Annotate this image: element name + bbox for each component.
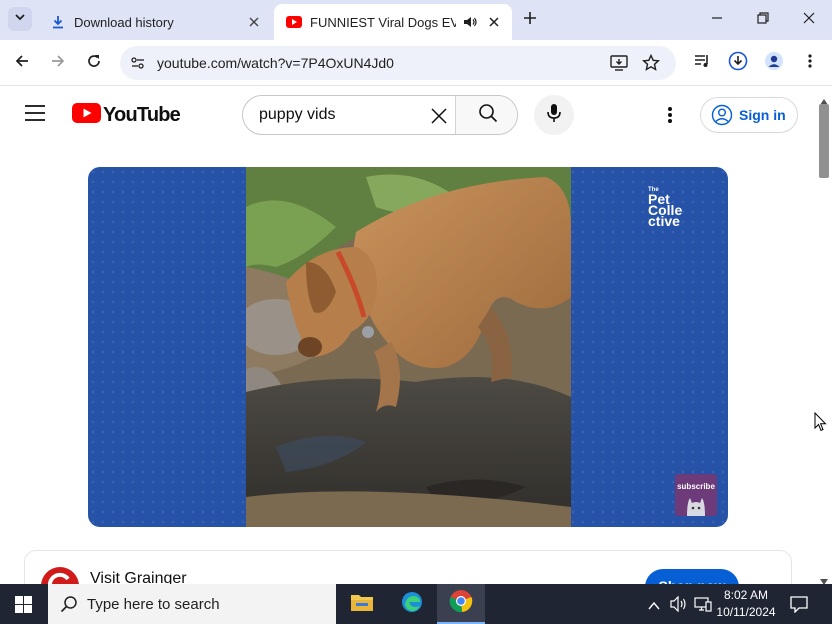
tab-strip: Download history FUNNIEST Viral Dogs EVE… <box>0 0 832 40</box>
profile-avatar-icon <box>764 51 784 76</box>
minimize-icon <box>711 11 723 29</box>
forward-button[interactable] <box>46 51 70 75</box>
close-icon[interactable] <box>486 14 502 30</box>
more-vert-icon <box>807 53 813 74</box>
sign-in-button[interactable]: Sign in <box>700 97 798 133</box>
edge-taskbar-button[interactable] <box>388 584 436 624</box>
reload-icon <box>86 53 102 74</box>
chrome-icon <box>449 589 473 618</box>
downloads-button[interactable] <box>726 51 750 75</box>
network-icon[interactable] <box>694 596 712 617</box>
taskbar-clock[interactable]: 8:02 AM 10/11/2024 <box>712 587 780 621</box>
dog-video-image <box>246 167 571 527</box>
folder-icon <box>350 592 374 617</box>
windows-taskbar: Type here to search 8:02 AM 10/11/2024 <box>0 584 832 624</box>
microphone-icon <box>546 103 562 128</box>
taskbar-search-placeholder: Type here to search <box>87 595 220 613</box>
close-icon <box>803 11 815 29</box>
search-button[interactable] <box>455 96 517 134</box>
file-explorer-taskbar-button[interactable] <box>338 584 386 624</box>
minimize-button[interactable] <box>694 0 740 40</box>
tab-youtube-video[interactable]: FUNNIEST Viral Dogs EVER <box>274 4 512 40</box>
reload-button[interactable] <box>82 51 106 75</box>
notifications-icon[interactable] <box>790 595 808 618</box>
subscribe-badge[interactable]: subscribe <box>675 474 717 516</box>
clock-time: 8:02 AM <box>723 588 769 602</box>
scrollbar-thumb[interactable] <box>819 104 829 178</box>
restore-button[interactable] <box>740 0 786 40</box>
sign-in-label: Sign in <box>739 107 786 123</box>
tab-search-button[interactable] <box>8 7 32 31</box>
chrome-taskbar-button[interactable] <box>437 584 485 624</box>
search-icon <box>60 595 78 613</box>
new-tab-button[interactable] <box>518 8 542 32</box>
watermark-line: ctive <box>648 213 680 229</box>
chevron-down-icon <box>14 10 26 28</box>
install-app-icon[interactable] <box>610 54 628 77</box>
volume-icon[interactable] <box>670 595 688 617</box>
tab-label: FUNNIEST Viral Dogs EVER <box>310 14 456 30</box>
tab-download-history[interactable]: Download history <box>38 4 272 40</box>
site-settings-icon[interactable] <box>130 55 146 76</box>
voice-search-button[interactable] <box>534 95 574 135</box>
profile-button[interactable] <box>762 51 786 75</box>
search-box[interactable]: puppy vids <box>242 95 518 135</box>
account-circle-icon <box>711 104 733 126</box>
mouse-cursor-icon <box>814 411 827 437</box>
settings-more-icon[interactable] <box>666 105 674 130</box>
speaker-icon[interactable] <box>462 14 478 33</box>
back-button[interactable] <box>10 51 34 75</box>
windows-start-icon[interactable] <box>15 596 32 618</box>
taskbar-search-box[interactable]: Type here to search <box>48 584 336 624</box>
youtube-logo-icon <box>72 103 101 128</box>
address-bar[interactable]: youtube.com/watch?v=7P4OxUN4Jd0 <box>120 46 676 80</box>
youtube-favicon-icon <box>286 14 302 30</box>
page-scrollbar[interactable] <box>816 87 832 585</box>
search-icon <box>478 103 498 128</box>
chevron-up-icon[interactable] <box>648 598 660 616</box>
youtube-masthead: YouTube puppy vids Sign in <box>0 87 816 143</box>
channel-watermark: The Pet Colle ctive <box>648 187 708 229</box>
plus-icon <box>523 11 537 30</box>
arrow-right-icon <box>50 53 66 74</box>
video-player[interactable]: The Pet Colle ctive subscribe <box>88 167 728 527</box>
queue-music-icon <box>693 52 711 75</box>
search-input[interactable]: puppy vids <box>259 106 336 124</box>
restore-icon <box>757 11 769 29</box>
subscribe-label: subscribe <box>677 482 715 491</box>
clear-search-icon[interactable] <box>427 104 451 128</box>
clock-date: 10/11/2024 <box>716 605 776 619</box>
download-circle-icon <box>728 51 748 76</box>
arrow-left-icon <box>14 53 30 74</box>
media-controls-button[interactable] <box>690 51 714 75</box>
youtube-logo[interactable]: YouTube <box>72 103 181 128</box>
cat-icon <box>684 494 708 516</box>
close-window-button[interactable] <box>786 0 832 40</box>
bookmark-star-icon[interactable] <box>641 53 661 77</box>
hamburger-menu-icon[interactable] <box>24 104 46 127</box>
browser-menu-button[interactable] <box>798 51 822 75</box>
close-icon[interactable] <box>246 14 262 30</box>
video-frame <box>246 167 571 527</box>
tab-label: Download history <box>74 14 174 30</box>
browser-toolbar: youtube.com/watch?v=7P4OxUN4Jd0 <box>0 40 832 86</box>
youtube-logo-text: YouTube <box>103 104 181 126</box>
edge-icon <box>401 591 423 618</box>
download-icon <box>50 14 66 30</box>
url-text: youtube.com/watch?v=7P4OxUN4Jd0 <box>157 55 394 71</box>
